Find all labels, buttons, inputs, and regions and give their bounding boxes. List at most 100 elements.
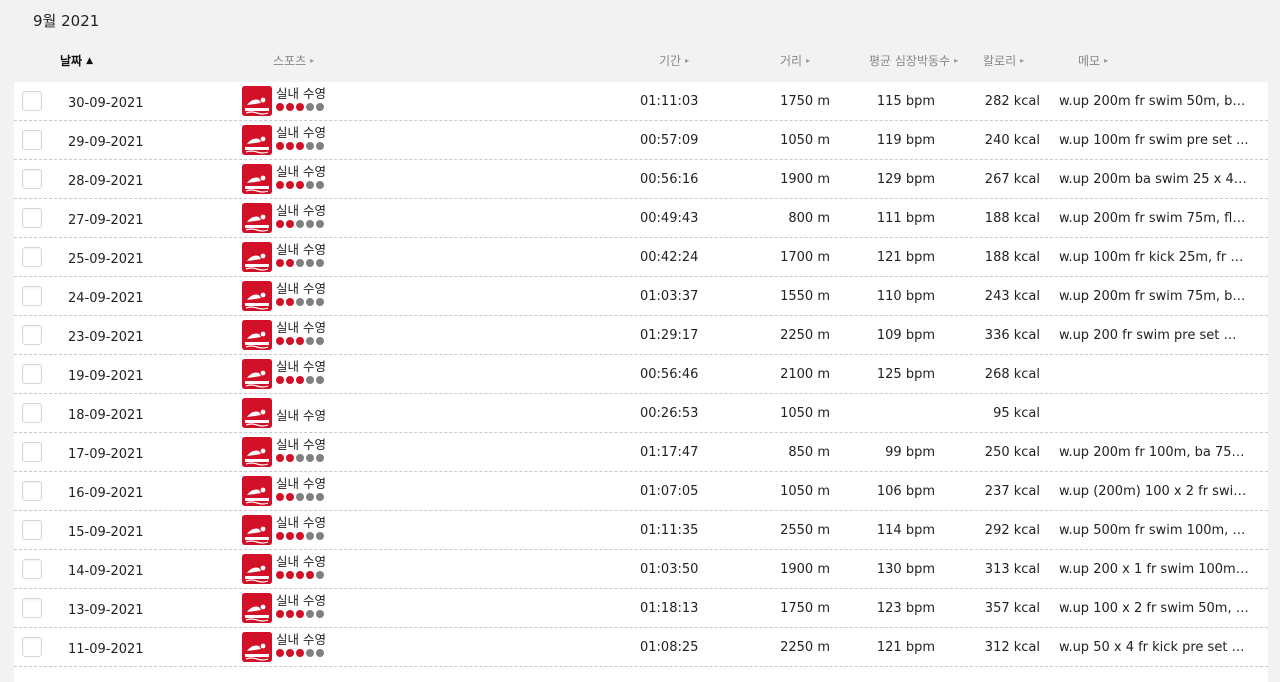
table-row[interactable]: 23-09-2021 실내 수영 01:29:17 2250 m 109 bpm… xyxy=(14,316,1268,355)
table-row[interactable]: 27-09-2021 실내 수영 00:49:43 800 m 111 bpm … xyxy=(14,199,1268,238)
table-row[interactable]: 11-09-2021 실내 수영 01:08:25 2250 m 121 bpm… xyxy=(14,628,1268,667)
row-checkbox[interactable] xyxy=(22,325,42,345)
row-date[interactable]: 25-09-2021 xyxy=(68,240,144,278)
column-header-avg-hr-label: 평균 심장박동수 xyxy=(869,54,951,68)
row-sport-name[interactable]: 실내 수영 xyxy=(276,629,326,648)
row-date[interactable]: 23-09-2021 xyxy=(68,318,144,356)
row-date[interactable]: 30-09-2021 xyxy=(68,84,144,122)
row-date[interactable]: 15-09-2021 xyxy=(68,513,144,551)
intensity-dot-empty xyxy=(306,103,314,111)
row-sport-name[interactable]: 실내 수영 xyxy=(276,590,326,609)
row-date[interactable]: 28-09-2021 xyxy=(68,162,144,200)
row-avg-hr: 130 bpm xyxy=(876,561,935,577)
column-header-calories[interactable]: 칼로리 ▸ xyxy=(983,52,1024,69)
column-header-avg-hr[interactable]: 평균 심장박동수 ▸ xyxy=(869,52,958,69)
row-memo-text: w.up 100 x 2 fr swim 50m, b... xyxy=(1059,600,1249,616)
row-date[interactable]: 14-09-2021 xyxy=(68,552,144,590)
row-sport-name[interactable]: 실내 수영 xyxy=(276,434,326,453)
intensity-dot-empty xyxy=(306,610,314,618)
row-sport-name[interactable]: 실내 수영 xyxy=(276,83,326,102)
intensity-dots xyxy=(276,220,324,228)
table-row[interactable]: 24-09-2021 실내 수영 01:03:37 1550 m 110 bpm… xyxy=(14,277,1268,316)
row-sport-name[interactable]: 실내 수영 xyxy=(276,200,326,219)
table-row[interactable]: 29-09-2021 실내 수영 00:57:09 1050 m 119 bpm… xyxy=(14,121,1268,160)
row-sport-name[interactable]: 실내 수영 xyxy=(276,278,326,297)
intensity-dots xyxy=(276,454,324,462)
table-row[interactable]: 19-09-2021 실내 수영 00:56:46 2100 m 125 bpm… xyxy=(14,355,1268,394)
swimming-icon xyxy=(242,632,272,662)
row-sport-name[interactable]: 실내 수영 xyxy=(276,551,326,570)
row-date[interactable]: 19-09-2021 xyxy=(68,357,144,395)
row-date[interactable]: 17-09-2021 xyxy=(68,435,144,473)
row-date[interactable]: 11-09-2021 xyxy=(68,630,144,668)
row-memo: w.up 100m fr swim pre set ... xyxy=(1059,121,1249,159)
row-duration: 00:26:53 xyxy=(640,405,699,421)
row-avg-hr: 119 bpm xyxy=(876,132,935,148)
row-sport-name[interactable]: 실내 수영 xyxy=(276,239,326,258)
row-date[interactable]: 16-09-2021 xyxy=(68,474,144,512)
table-row[interactable]: 30-09-2021 실내 수영 01:11:03 1750 m 115 bpm… xyxy=(14,82,1268,121)
intensity-dots xyxy=(276,649,324,657)
column-header-distance[interactable]: 거리 ▸ xyxy=(780,52,810,69)
row-checkbox[interactable] xyxy=(22,169,42,189)
row-checkbox[interactable] xyxy=(22,481,42,501)
row-date[interactable]: 27-09-2021 xyxy=(68,201,144,239)
intensity-dot-empty xyxy=(316,454,324,462)
column-header-sport[interactable]: 스포츠 ▸ xyxy=(273,52,314,69)
row-distance: 1900 m xyxy=(780,171,830,187)
row-memo: w.up 200 x 1 fr swim 100m, ... xyxy=(1059,550,1249,588)
table-row[interactable]: 14-09-2021 실내 수영 01:03:50 1900 m 130 bpm… xyxy=(14,550,1268,589)
row-date[interactable]: 29-09-2021 xyxy=(68,123,144,161)
table-row[interactable]: 13-09-2021 실내 수영 01:18:13 1750 m 123 bpm… xyxy=(14,589,1268,628)
row-checkbox[interactable] xyxy=(22,520,42,540)
intensity-dot-filled xyxy=(276,298,284,306)
intensity-dot-filled xyxy=(286,649,294,657)
sort-arrow-icon: ▸ xyxy=(1020,56,1025,65)
row-date[interactable]: 24-09-2021 xyxy=(68,279,144,317)
intensity-dot-empty xyxy=(306,454,314,462)
row-checkbox[interactable] xyxy=(22,442,42,462)
row-sport-name[interactable]: 실내 수영 xyxy=(276,405,326,424)
row-calories: 188 kcal xyxy=(984,249,1040,265)
table-row[interactable]: 15-09-2021 실내 수영 01:11:35 2550 m 114 bpm… xyxy=(14,511,1268,550)
table-row[interactable]: 28-09-2021 실내 수영 00:56:16 1900 m 129 bpm… xyxy=(14,160,1268,199)
row-distance: 850 m xyxy=(788,444,830,460)
table-row[interactable]: 18-09-2021 실내 수영 00:26:53 1050 m 95 kcal xyxy=(14,394,1268,433)
row-avg-hr: 110 bpm xyxy=(876,288,935,304)
row-distance: 2250 m xyxy=(780,327,830,343)
row-memo-text: w.up 200m fr swim 50m, ba ... xyxy=(1059,93,1249,109)
table-row[interactable]: 16-09-2021 실내 수영 01:07:05 1050 m 106 bpm… xyxy=(14,472,1268,511)
row-checkbox[interactable] xyxy=(22,637,42,657)
row-sport-name[interactable]: 실내 수영 xyxy=(276,512,326,531)
table-row[interactable]: 17-09-2021 실내 수영 01:17:47 850 m 99 bpm 2… xyxy=(14,433,1268,472)
row-sport-name[interactable]: 실내 수영 xyxy=(276,161,326,180)
row-sport-name[interactable]: 실내 수영 xyxy=(276,317,326,336)
row-checkbox[interactable] xyxy=(22,130,42,150)
row-checkbox[interactable] xyxy=(22,598,42,618)
row-checkbox[interactable] xyxy=(22,364,42,384)
row-sport-name[interactable]: 실내 수영 xyxy=(276,122,326,141)
row-checkbox[interactable] xyxy=(22,91,42,111)
intensity-dot-empty xyxy=(316,649,324,657)
row-checkbox[interactable] xyxy=(22,286,42,306)
row-checkbox[interactable] xyxy=(22,403,42,423)
intensity-dot-filled xyxy=(276,454,284,462)
swimming-icon xyxy=(242,125,272,155)
intensity-dot-filled xyxy=(276,142,284,150)
row-memo-text: w.up 100m fr kick 25m, fr sw... xyxy=(1059,249,1249,265)
column-header-memo[interactable]: 메모 ▸ xyxy=(1078,52,1108,69)
row-date[interactable]: 18-09-2021 xyxy=(68,396,144,434)
column-header-date[interactable]: 날짜 ▲ xyxy=(60,52,93,69)
swimming-icon xyxy=(242,515,272,545)
row-sport-name[interactable]: 실내 수영 xyxy=(276,356,326,375)
row-date[interactable]: 13-09-2021 xyxy=(68,591,144,629)
table-row[interactable]: 25-09-2021 실내 수영 00:42:24 1700 m 121 bpm… xyxy=(14,238,1268,277)
row-memo-text: w.up 200m fr swim 75m, fly ... xyxy=(1059,210,1249,226)
column-header-duration[interactable]: 기간 ▸ xyxy=(659,52,689,69)
row-avg-hr: 121 bpm xyxy=(876,249,935,265)
row-checkbox[interactable] xyxy=(22,208,42,228)
row-calories: 250 kcal xyxy=(984,444,1040,460)
row-checkbox[interactable] xyxy=(22,559,42,579)
row-checkbox[interactable] xyxy=(22,247,42,267)
row-sport-name[interactable]: 실내 수영 xyxy=(276,473,326,492)
